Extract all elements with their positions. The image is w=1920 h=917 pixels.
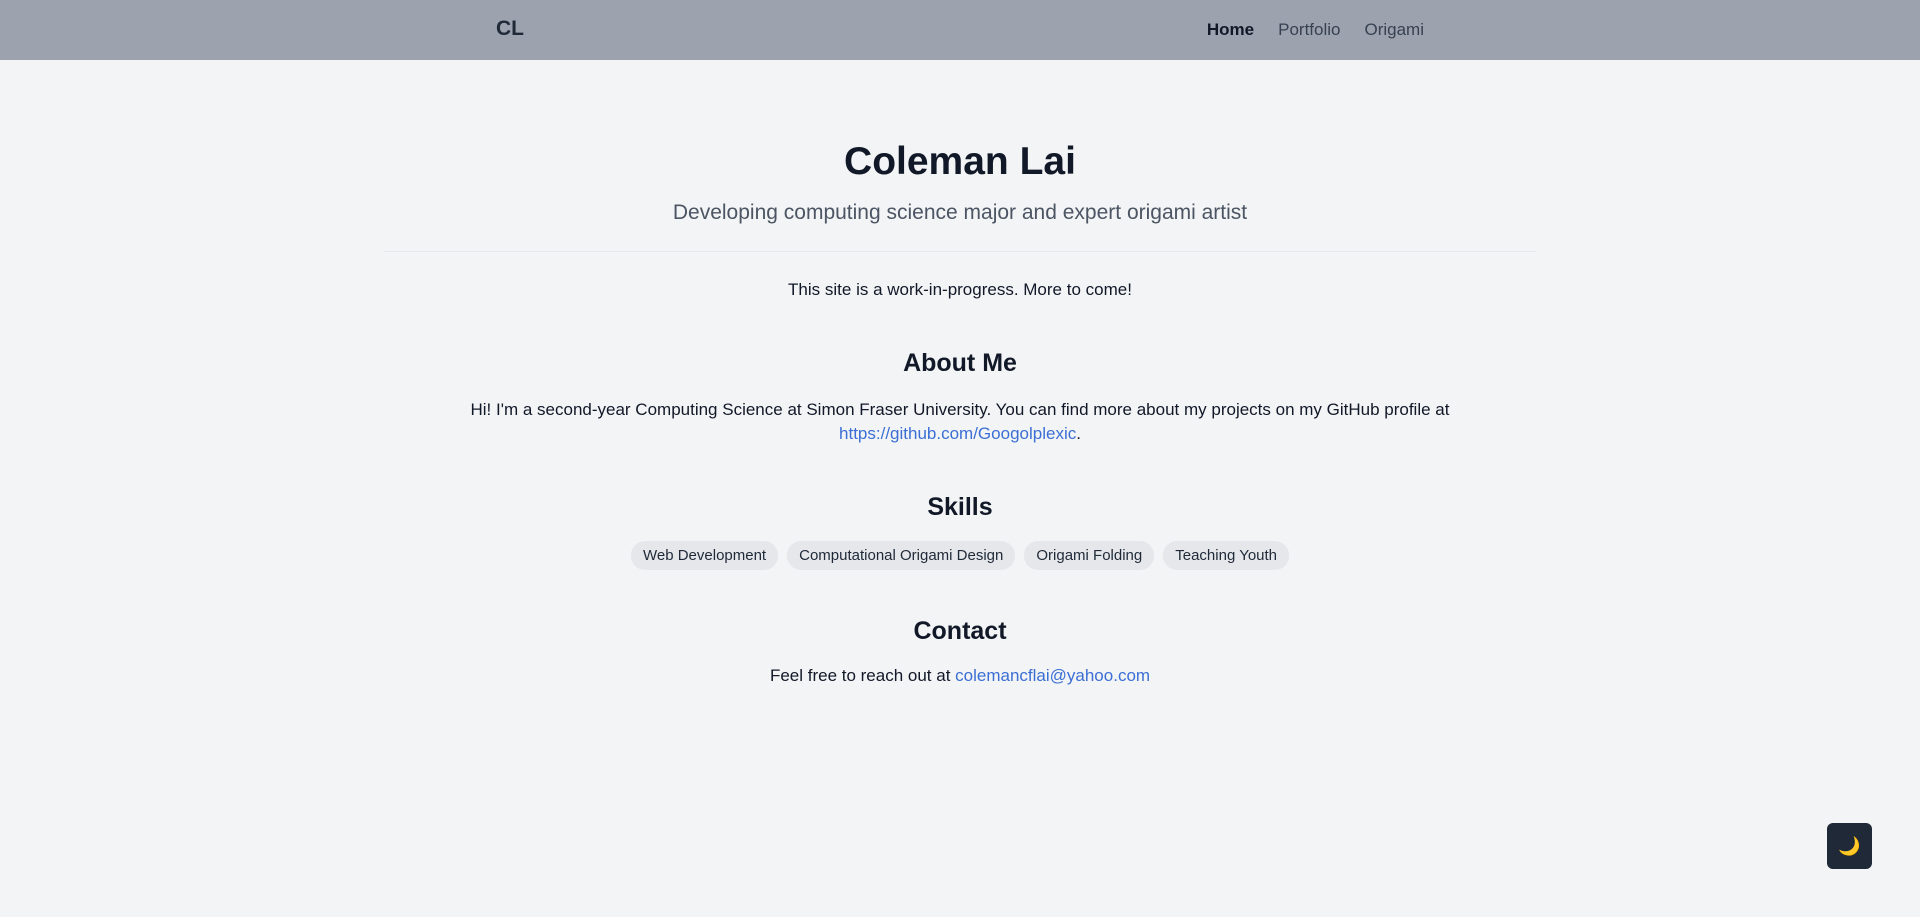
skill-chip: Origami Folding [1024,541,1155,570]
nav-links: Home Portfolio Origami [1207,20,1424,40]
theme-toggle-button[interactable]: 🌙 [1827,823,1872,869]
about-text-after: . [1076,424,1081,443]
page-title: Coleman Lai [844,140,1076,183]
skill-chip: Teaching Youth [1163,541,1290,570]
github-link[interactable]: https://github.com/Googolplexic [839,424,1076,443]
about-text-before: Hi! I'm a second-year Computing Science … [470,400,1450,419]
email-link[interactable]: colemancflai@yahoo.com [955,666,1150,685]
about-heading: About Me [903,349,1017,377]
contact-text: Feel free to reach out at colemancflai@y… [0,666,1920,686]
brand-logo[interactable]: CL [496,17,524,41]
nav-home-link[interactable]: Home [1207,20,1254,40]
skill-chip: Computational Origami Design [787,541,1016,570]
wip-notice: This site is a work-in-progress. More to… [788,280,1132,299]
page-subtitle: Developing computing science major and e… [672,201,1248,224]
moon-icon: 🌙 [1838,835,1861,856]
nav-origami-link[interactable]: Origami [1364,20,1424,40]
navbar: CL Home Portfolio Origami [0,0,1920,60]
contact-text-label: Feel free to reach out at [769,666,956,685]
skills-list: Web Development Computational Origami De… [0,541,1920,570]
skill-chip: Web Development [630,541,779,570]
skills-heading: Skills [927,493,993,521]
nav-portfolio-link[interactable]: Portfolio [1278,20,1340,40]
contact-heading: Contact [913,617,1007,645]
divider [384,251,1536,252]
about-text: Hi! I'm a second-year Computing Science … [460,398,1460,446]
